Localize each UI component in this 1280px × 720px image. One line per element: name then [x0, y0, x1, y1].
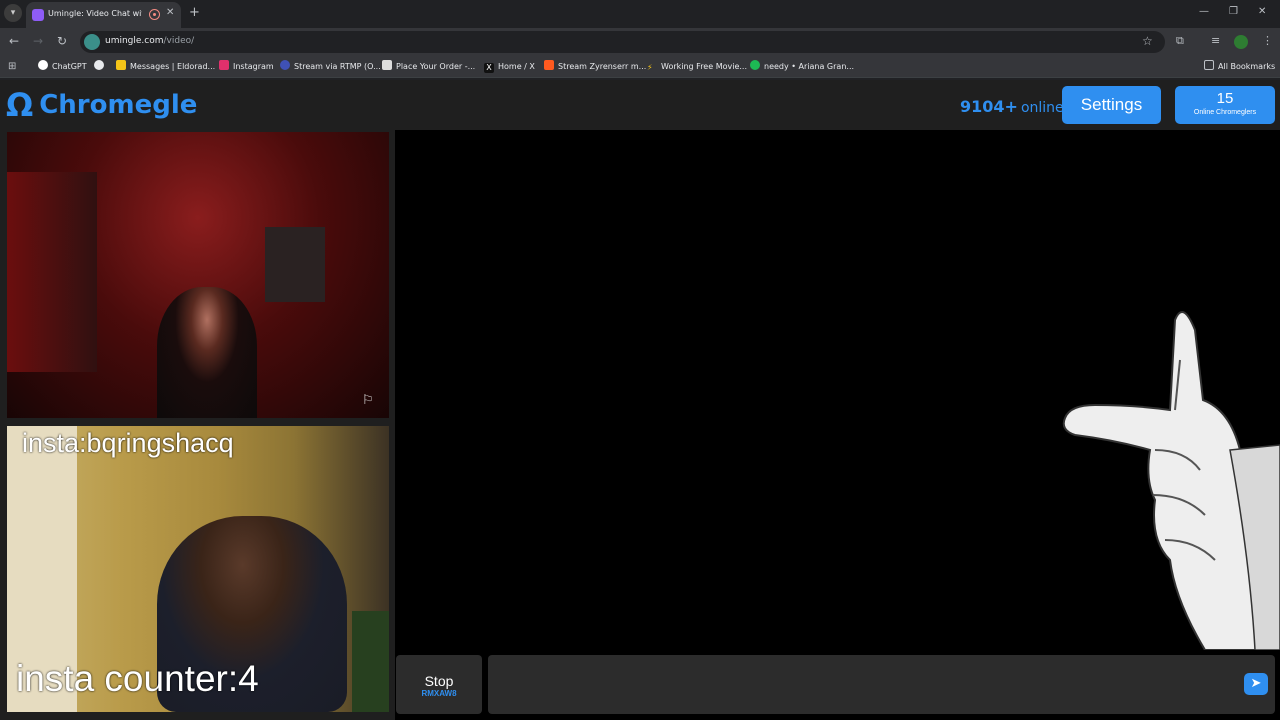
stop-button[interactable]: Stop RMXAW8	[396, 655, 482, 714]
stranger-person	[157, 287, 257, 418]
url-host: umingle.com	[105, 36, 164, 46]
stop-key-code: RMXAW8	[421, 689, 457, 698]
instagram-icon	[219, 60, 229, 70]
bookmark-label: Instagram	[233, 62, 274, 71]
new-tab-button[interactable]: +	[189, 5, 200, 20]
spotify-icon	[750, 60, 760, 70]
reload-icon[interactable]: ↻	[57, 34, 67, 48]
eldorado-icon	[116, 60, 126, 70]
online-label: online	[1020, 100, 1064, 116]
send-icon[interactable]: ➤	[1244, 673, 1268, 695]
all-bookmarks[interactable]: All Bookmarks	[1204, 60, 1275, 74]
chromeglers-count: 15	[1216, 90, 1234, 107]
site-favicon-icon	[32, 9, 44, 21]
bookmark-label: needy • Ariana Gran...	[764, 62, 855, 71]
active-tab[interactable]: Umingle: Video Chat with S ✕	[26, 2, 181, 28]
bookmark-label: Place Your Order -...	[396, 62, 476, 71]
all-bookmarks-label: All Bookmarks	[1218, 62, 1276, 71]
stop-label: Stop	[424, 673, 454, 689]
address-bar-row: ← → ↻ umingle.com/video/ ☆ ⧉ ≡ ⋮	[0, 28, 1280, 56]
omega-logo-icon: Ω	[6, 86, 34, 124]
bookmark-globe[interactable]	[94, 60, 108, 74]
site-logo[interactable]: Ω Chromegle	[6, 87, 197, 123]
url-text[interactable]: umingle.com/video/	[105, 36, 194, 46]
minimize-icon[interactable]: —	[1199, 6, 1209, 17]
wall-poster	[265, 227, 325, 302]
tab-strip: ▾ Umingle: Video Chat with S ✕ + — ❐ ✕	[0, 0, 1280, 28]
menu-kebab-icon[interactable]: ⋮	[1262, 34, 1273, 47]
bookmark-label: Stream via RTMP (O...	[294, 62, 381, 71]
omnibox[interactable]: umingle.com/video/ ☆	[80, 31, 1165, 53]
browser-window: ▾ Umingle: Video Chat with S ✕ + — ❐ ✕ ←…	[0, 0, 1280, 720]
bookmark-label: Stream Zyrenserr m...	[558, 62, 647, 71]
bookmark-label: Messages | Eldorad...	[130, 62, 216, 71]
chatgpt-icon	[38, 60, 48, 70]
globe-icon	[94, 60, 104, 70]
chromeglers-label: Online Chromeglers	[1193, 109, 1257, 116]
self-video: insta:bqringshacq insta counter:4	[7, 426, 389, 712]
bookmark-label: ChatGPT	[52, 62, 87, 71]
bookmark-movie[interactable]: ⚡ Working Free Movie...	[647, 60, 747, 74]
restore-icon[interactable]: ❐	[1229, 6, 1238, 17]
profile-avatar[interactable]	[1234, 35, 1248, 49]
media-controls-icon[interactable]: ≡	[1211, 34, 1220, 47]
extensions-icon[interactable]: ⧉	[1176, 34, 1184, 48]
close-tab-icon[interactable]: ✕	[166, 7, 174, 18]
bookmark-eldorado[interactable]: Messages | Eldorad...	[116, 60, 215, 74]
bookmark-spotify[interactable]: needy • Ariana Gran...	[750, 60, 854, 74]
recording-icon	[149, 9, 160, 20]
chat-message-input[interactable]	[488, 655, 1275, 714]
tab-search-icon[interactable]: ▾	[4, 4, 22, 22]
instagram-overlay: insta:bqringshacq	[22, 428, 234, 458]
video-background-shelf	[352, 611, 389, 712]
video-background	[7, 172, 97, 372]
settings-button[interactable]: Settings	[1062, 86, 1161, 124]
bookmarks-bar: ⊞ ChatGPT Messages | Eldorad... Instagra…	[0, 56, 1280, 78]
logo-text: Chromegle	[39, 90, 198, 120]
bookmark-star-icon[interactable]: ☆	[1142, 34, 1153, 48]
bookmark-label: Home / X	[498, 62, 535, 71]
stranger-video: ⚐	[7, 132, 389, 418]
bookmark-instagram[interactable]: Instagram	[219, 60, 274, 74]
x-icon: X	[484, 63, 494, 73]
counter-overlay: insta counter:4	[16, 658, 259, 699]
site-info-icon[interactable]	[84, 34, 100, 50]
forward-icon[interactable]: →	[33, 34, 43, 48]
stream-icon	[544, 60, 554, 70]
bookmark-chatgpt[interactable]: ChatGPT	[38, 60, 87, 74]
bookmark-order[interactable]: Place Your Order -...	[382, 60, 475, 74]
order-icon	[382, 60, 392, 70]
rtmp-icon	[280, 60, 290, 70]
close-window-icon[interactable]: ✕	[1258, 6, 1266, 17]
tab-title: Umingle: Video Chat with S	[48, 9, 142, 18]
bookmark-stream[interactable]: Stream Zyrenserr m...	[544, 60, 646, 74]
pointing-hand-image	[1062, 311, 1280, 650]
apps-grid-icon[interactable]: ⊞	[8, 60, 16, 74]
movie-icon: ⚡	[647, 63, 653, 72]
folder-icon	[1204, 60, 1214, 70]
bookmark-x[interactable]: X Home / X	[484, 60, 535, 74]
main-video-area	[395, 130, 1280, 720]
page-content: Ω Chromegle 9104+ online Settings 15 Onli…	[0, 80, 1280, 720]
online-count: 9104+ online	[960, 97, 1064, 116]
report-flag-icon[interactable]: ⚐	[362, 393, 378, 409]
online-number: 9104+	[960, 97, 1018, 116]
url-path: /video/	[163, 36, 195, 46]
bookmark-label: Working Free Movie...	[661, 62, 747, 71]
back-icon[interactable]: ←	[9, 34, 19, 48]
online-chromeglers-button[interactable]: 15 Online Chromeglers	[1175, 86, 1275, 124]
bookmark-rtmp[interactable]: Stream via RTMP (O...	[280, 60, 381, 74]
